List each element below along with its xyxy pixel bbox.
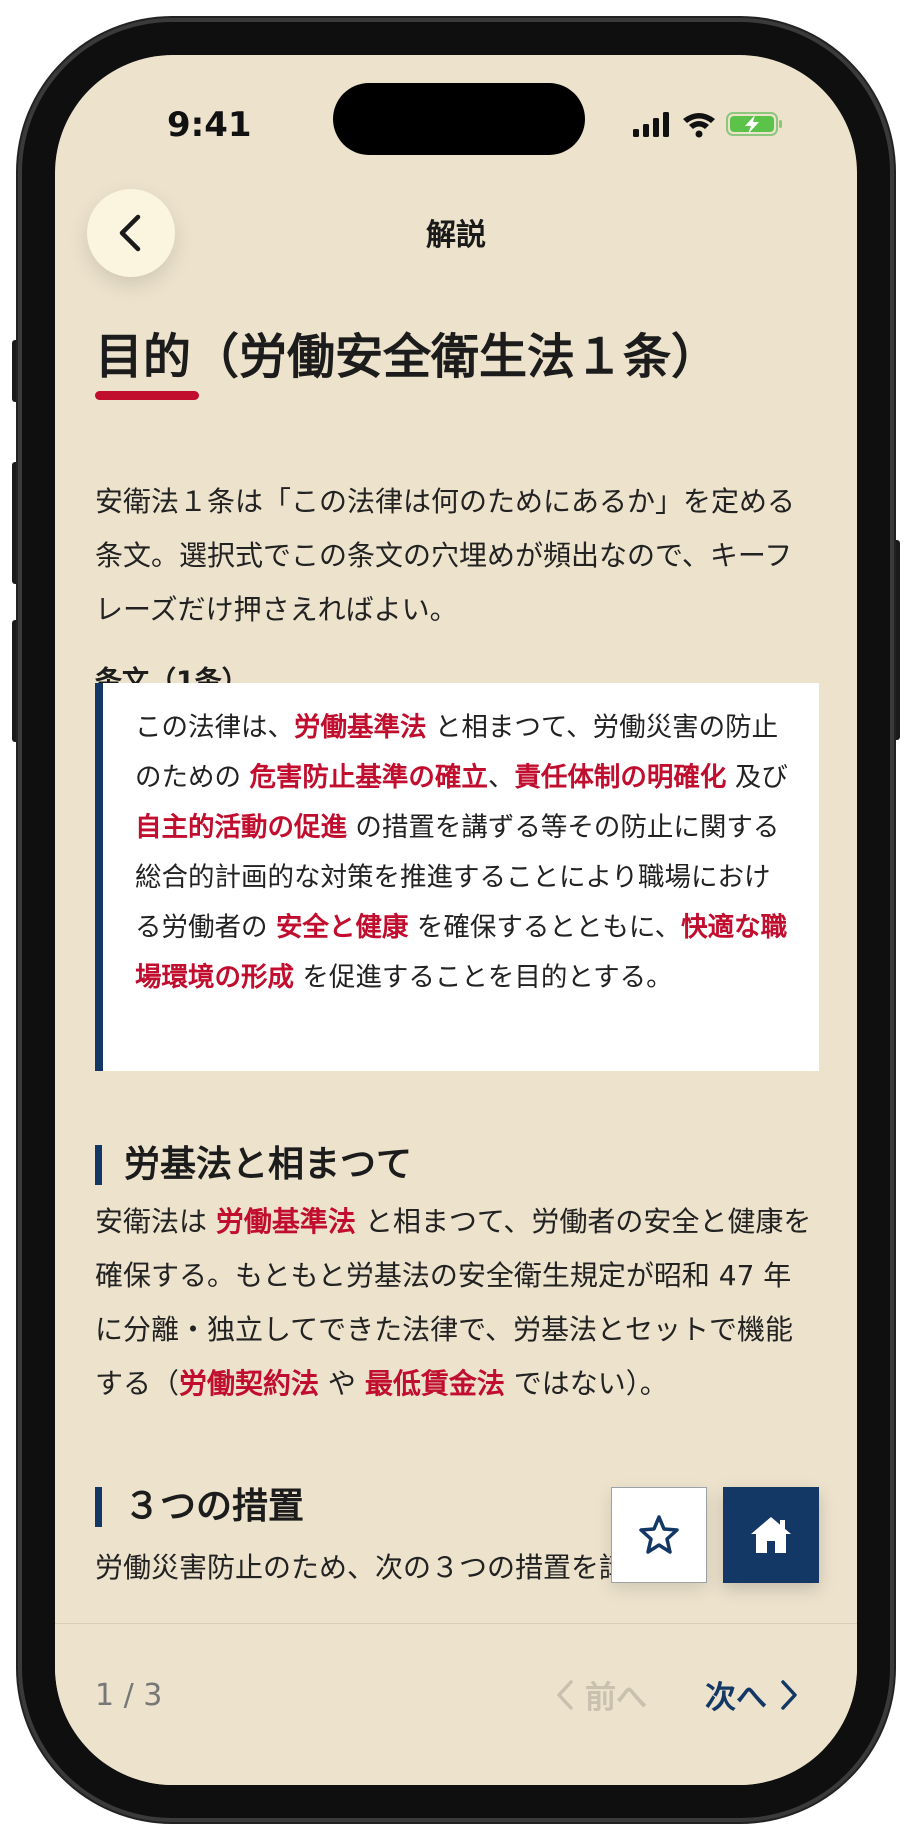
para-text: や — [319, 1367, 365, 1400]
pager-footer: 1 / 3 前へ 次へ — [55, 1623, 857, 1785]
favorite-button[interactable] — [611, 1487, 707, 1583]
status-time: 9:41 — [167, 105, 252, 145]
battery-icon — [726, 112, 782, 136]
statute-quote: この法律は、労働基準法 と相まつて、労働災害の防止のための 危害防止基準の確立、… — [95, 683, 819, 1071]
section2-paragraph: 労働災害防止のため、次の３つの措置を講ずる： — [95, 1551, 712, 1584]
star-icon — [639, 1515, 679, 1554]
para-text: ではない）。 — [504, 1367, 668, 1400]
keyphrase: 安全と健康 — [275, 912, 409, 943]
title-underline — [95, 391, 199, 400]
quote-text: を促進することを目的とする。 — [294, 962, 673, 993]
keyphrase: 労働基準法 — [294, 712, 427, 743]
prev-button[interactable]: 前へ — [555, 1672, 647, 1717]
section-heading-three-measures: ３つの措置 — [95, 1487, 304, 1527]
power-button — [892, 540, 900, 740]
home-button[interactable] — [723, 1487, 819, 1583]
status-icons — [633, 112, 782, 138]
home-icon — [751, 1517, 791, 1553]
keyphrase: 危害防止基準の確立 — [249, 762, 488, 793]
quote-text: この法律は、 — [135, 712, 294, 743]
prev-label: 前へ — [585, 1680, 647, 1716]
quote-text: を確保するとともに、 — [408, 912, 682, 943]
screen: 9:41 解説 目的（労働安全衛生法１条） 安衛法１条は「この法律は何のためにあ… — [55, 55, 857, 1785]
wifi-icon — [683, 113, 715, 138]
next-button[interactable]: 次へ — [705, 1672, 799, 1717]
section1-paragraph: 安衛法は 労働基準法 と相まつて、労働者の安全と健康を確保する。もともと労基法の… — [95, 1195, 819, 1411]
dynamic-island — [333, 83, 585, 155]
quote-text: 及び — [726, 762, 788, 793]
page-indicator: 1 / 3 — [95, 1678, 163, 1713]
keyphrase: 労働契約法 — [179, 1367, 320, 1400]
chevron-left-icon — [557, 1679, 573, 1710]
next-label: 次へ — [705, 1680, 767, 1716]
signal-icon — [633, 112, 669, 137]
keyphrase: 責任体制の明確化 — [514, 762, 727, 793]
keyphrase: 自主的活動の促進 — [135, 812, 347, 843]
quote-text: 、 — [487, 762, 515, 793]
phone-frame: 9:41 解説 目的（労働安全衛生法１条） 安衛法１条は「この法律は何のためにあ… — [22, 22, 890, 1818]
chevron-right-icon — [781, 1679, 797, 1710]
keyphrase: 最低賃金法 — [364, 1367, 505, 1400]
article-title: 目的（労働安全衛生法１条） — [95, 329, 720, 385]
keyphrase: 労働基準法 — [215, 1205, 356, 1238]
nav-title: 解説 — [426, 218, 486, 253]
section-heading-labor-standards: 労基法と相まつて — [95, 1145, 412, 1185]
para-text: 安衛法は — [95, 1205, 216, 1238]
volume-down-button — [12, 620, 20, 742]
action-button — [12, 340, 20, 402]
intro-paragraph: 安衛法１条は「この法律は何のためにあるか」を定める条文。選択式でこの条文の穴埋め… — [95, 485, 796, 626]
volume-up-button — [12, 462, 20, 584]
